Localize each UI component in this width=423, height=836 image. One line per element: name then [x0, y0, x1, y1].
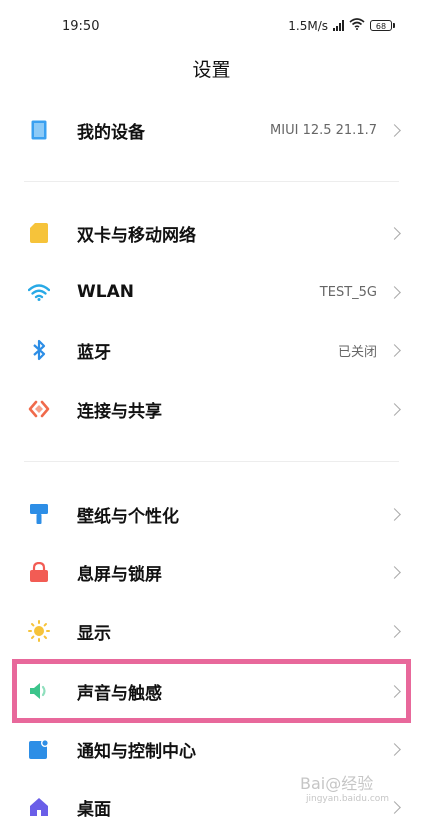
wifi-status-icon — [349, 18, 365, 33]
settings-item-value: 已关闭 — [337, 344, 377, 360]
settings-item-lock-screen[interactable]: 息屏与锁屏 — [0, 543, 423, 601]
chevron-right-icon — [388, 285, 401, 299]
home-icon — [28, 796, 50, 818]
battery-level: 68 — [370, 20, 392, 31]
highlight-box — [12, 659, 411, 723]
status-indicators: 1.5M/s 68 — [288, 18, 395, 33]
status-time: 19:50 — [62, 19, 100, 34]
settings-item-label: 壁纸与个性化 — [77, 506, 179, 527]
settings-item-label: 显示 — [77, 623, 111, 644]
chevron-right-icon — [388, 742, 401, 756]
settings-item-value: MIUI 12.5 21.1.7 — [270, 122, 377, 138]
chevron-right-icon — [388, 123, 401, 137]
share-icon — [28, 398, 50, 420]
signal-icon — [333, 20, 344, 31]
settings-item-wallpaper[interactable]: 壁纸与个性化 — [0, 485, 423, 543]
settings-item-label: 我的设备 — [77, 122, 145, 143]
settings-item-label: 蓝牙 — [77, 342, 111, 363]
chevron-right-icon — [388, 402, 401, 416]
chevron-right-icon — [388, 800, 401, 814]
network-speed: 1.5M/s — [288, 18, 328, 33]
settings-item-label: WLAN — [77, 282, 134, 302]
section-divider — [24, 181, 399, 182]
phone-icon — [28, 119, 50, 141]
chevron-right-icon — [388, 624, 401, 638]
settings-item-sim[interactable]: 双卡与移动网络 — [0, 204, 423, 262]
settings-item-wlan[interactable]: WLAN TEST_5G — [0, 263, 423, 321]
lock-icon — [28, 561, 50, 583]
settings-item-display[interactable]: 显示 — [0, 602, 423, 660]
settings-item-value: TEST_5G — [319, 284, 377, 300]
watermark-subtext: jingyan.baidu.com — [306, 794, 390, 804]
brush-icon — [28, 503, 50, 525]
settings-item-label: 双卡与移动网络 — [77, 225, 196, 246]
chevron-right-icon — [388, 226, 401, 240]
battery-icon: 68 — [370, 20, 395, 31]
settings-item-label: 连接与共享 — [77, 401, 162, 422]
sim-card-icon — [28, 222, 50, 244]
notification-icon — [28, 738, 50, 760]
watermark-text: Bai@经验 — [300, 774, 374, 793]
settings-item-my-device[interactable]: 我的设备 MIUI 12.5 21.1.7 — [0, 101, 423, 159]
settings-item-connection-sharing[interactable]: 连接与共享 — [0, 380, 423, 438]
sun-icon — [28, 620, 50, 642]
watermark: Bai@经验 jingyan.baidu.com — [300, 770, 389, 804]
page-title: 设置 — [192, 59, 231, 81]
status-bar: 19:50 1.5M/s 68 — [0, 0, 423, 52]
wifi-icon — [28, 281, 50, 303]
settings-item-label: 通知与控制中心 — [77, 741, 196, 762]
chevron-right-icon — [388, 343, 401, 357]
settings-item-bluetooth[interactable]: 蓝牙 已关闭 — [0, 321, 423, 379]
chevron-right-icon — [388, 507, 401, 521]
bluetooth-icon — [28, 339, 50, 361]
settings-item-label: 桌面 — [77, 799, 111, 820]
chevron-right-icon — [388, 565, 401, 579]
section-divider — [24, 461, 399, 462]
settings-item-label: 息屏与锁屏 — [77, 564, 162, 585]
